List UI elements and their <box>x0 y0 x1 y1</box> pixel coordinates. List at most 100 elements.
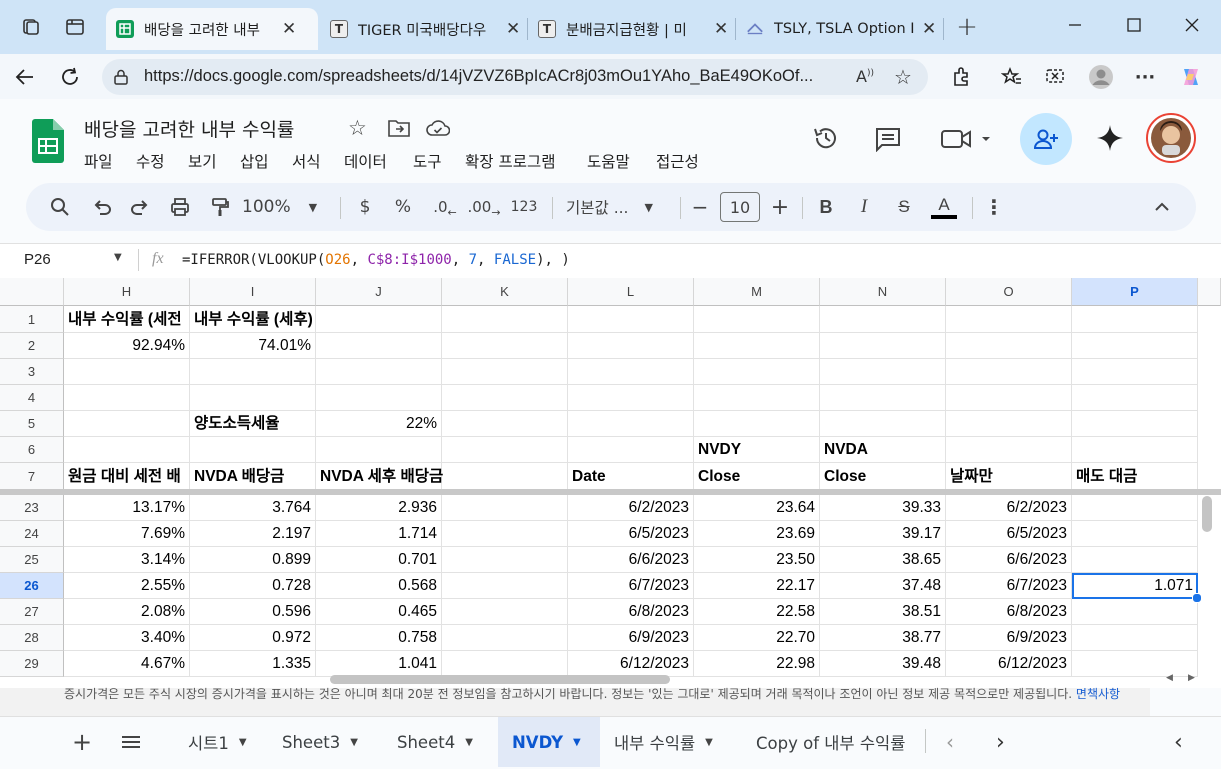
scroll-left-icon[interactable]: ◀ <box>1166 673 1173 683</box>
extensions-icon[interactable] <box>946 62 976 92</box>
cell-h25[interactable]: 3.14% <box>64 547 190 573</box>
row-header-6[interactable]: 6 <box>0 437 64 463</box>
sheet-tab-copy-irr[interactable]: Copy of 내부 수익률 <box>756 717 905 767</box>
cell-l26[interactable]: 6/7/2023 <box>568 573 694 599</box>
cell-j27[interactable]: 0.465 <box>316 599 442 625</box>
cell-m5[interactable] <box>694 411 820 437</box>
browser-tab-active[interactable]: 배당을 고려한 내부 ✕ <box>106 8 318 50</box>
cell-i28[interactable]: 0.972 <box>190 625 316 651</box>
cell-j24[interactable]: 1.714 <box>316 521 442 547</box>
cell-m3[interactable] <box>694 359 820 385</box>
sheet-tab-sheet4[interactable]: Sheet4 ▼ <box>397 717 473 767</box>
column-header-k[interactable]: K <box>442 278 568 306</box>
text-color-icon[interactable]: A <box>930 183 958 231</box>
frozen-rows-divider[interactable] <box>0 489 1221 495</box>
formula-input[interactable]: =IFERROR(VLOOKUP(O26, C$8:I$1000, 7, FAL… <box>182 252 570 268</box>
cell-j28[interactable]: 0.758 <box>316 625 442 651</box>
undo-icon[interactable] <box>88 183 116 231</box>
menu-edit[interactable]: 수정 <box>136 150 165 172</box>
cell-k28[interactable] <box>442 625 568 651</box>
favorite-star-icon[interactable]: ☆ <box>894 65 912 89</box>
cell-i29[interactable]: 1.335 <box>190 651 316 677</box>
tab-actions-icon[interactable] <box>60 12 90 42</box>
cell-p29[interactable] <box>1072 651 1198 677</box>
meet-video-icon[interactable] <box>940 128 994 150</box>
cell-o1[interactable] <box>946 306 1072 333</box>
row-header-1[interactable]: 1 <box>0 306 64 333</box>
cell-n2[interactable] <box>820 333 946 359</box>
cell-h3[interactable] <box>64 359 190 385</box>
close-tab-icon[interactable]: ✕ <box>922 19 936 39</box>
cell-o6[interactable] <box>946 437 1072 463</box>
cell-i23[interactable]: 3.764 <box>190 495 316 521</box>
cell-l7[interactable]: Date <box>568 463 694 490</box>
cell-h27[interactable]: 2.08% <box>64 599 190 625</box>
row-header-26[interactable]: 26 <box>0 573 64 599</box>
currency-format-button[interactable]: $ <box>352 183 378 231</box>
chevron-down-icon[interactable]: ▼ <box>114 252 122 263</box>
cell-k27[interactable] <box>442 599 568 625</box>
move-folder-icon[interactable] <box>388 119 410 137</box>
menu-data[interactable]: 데이터 <box>344 150 387 172</box>
avatar[interactable] <box>1146 113 1196 163</box>
print-icon[interactable] <box>166 183 194 231</box>
more-toolbar-icon[interactable]: ⋮ <box>984 183 1004 231</box>
cell-m25[interactable]: 23.50 <box>694 547 820 573</box>
address-bar[interactable]: https://docs.google.com/spreadsheets/d/1… <box>102 59 928 95</box>
column-header-m[interactable]: M <box>694 278 820 306</box>
zoom-select[interactable]: 100% ▼ <box>242 183 332 231</box>
cell-l4[interactable] <box>568 385 694 411</box>
profile-icon[interactable] <box>1086 62 1116 92</box>
row-header-24[interactable]: 24 <box>0 521 64 547</box>
cell-n28[interactable]: 38.77 <box>820 625 946 651</box>
cell-i24[interactable]: 2.197 <box>190 521 316 547</box>
workspaces-icon[interactable] <box>16 12 46 42</box>
share-button[interactable] <box>1020 113 1072 165</box>
scroll-tabs-left-icon[interactable]: ‹ <box>946 717 954 767</box>
row-header-27[interactable]: 27 <box>0 599 64 625</box>
star-icon[interactable]: ☆ <box>348 116 367 140</box>
scroll-tabs-right-icon[interactable]: › <box>996 717 1005 767</box>
cell-h24[interactable]: 7.69% <box>64 521 190 547</box>
row-header-23[interactable]: 23 <box>0 495 64 521</box>
cell-k25[interactable] <box>442 547 568 573</box>
decrease-font-size-button[interactable]: − <box>688 183 712 231</box>
select-all-corner[interactable] <box>0 278 64 306</box>
add-sheet-icon[interactable]: + <box>72 717 92 767</box>
back-icon[interactable] <box>10 62 40 92</box>
cell-h28[interactable]: 3.40% <box>64 625 190 651</box>
column-header-n[interactable]: N <box>820 278 946 306</box>
increase-decimal-button[interactable]: .00 → <box>466 183 502 231</box>
menu-tools[interactable]: 도구 <box>413 150 442 172</box>
maximize-icon[interactable] <box>1119 10 1149 40</box>
cell-m6[interactable]: NVDY <box>694 437 820 463</box>
version-history-icon[interactable] <box>812 124 840 152</box>
cell-i27[interactable]: 0.596 <box>190 599 316 625</box>
cell-j25[interactable]: 0.701 <box>316 547 442 573</box>
strikethrough-icon[interactable]: S <box>892 183 916 231</box>
cell-k4[interactable] <box>442 385 568 411</box>
bold-icon[interactable]: B <box>814 183 838 231</box>
cell-o27[interactable]: 6/8/2023 <box>946 599 1072 625</box>
menu-extensions[interactable]: 확장 프로그램 <box>465 150 556 172</box>
sheet-tab-sheet3[interactable]: Sheet3 ▼ <box>282 717 358 767</box>
cell-m26[interactable]: 22.17 <box>694 573 820 599</box>
cell-p3[interactable] <box>1072 359 1198 385</box>
gemini-sparkle-icon[interactable] <box>1096 124 1124 152</box>
cell-p25[interactable] <box>1072 547 1198 573</box>
cell-o28[interactable]: 6/9/2023 <box>946 625 1072 651</box>
menu-format[interactable]: 서식 <box>292 150 321 172</box>
cell-h6[interactable] <box>64 437 190 463</box>
cell-l3[interactable] <box>568 359 694 385</box>
cell-h7[interactable]: 원금 대비 세전 배 <box>64 463 190 490</box>
name-box[interactable]: P26 <box>24 251 51 268</box>
cell-l6[interactable] <box>568 437 694 463</box>
cell-m29[interactable]: 22.98 <box>694 651 820 677</box>
cell-n4[interactable] <box>820 385 946 411</box>
cell-j4[interactable] <box>316 385 442 411</box>
cell-p24[interactable] <box>1072 521 1198 547</box>
vertical-scrollbar-thumb[interactable] <box>1202 496 1212 532</box>
cell-m1[interactable] <box>694 306 820 333</box>
cell-k5[interactable] <box>442 411 568 437</box>
sheet-tab-nvdy-active[interactable]: NVDY ▼ <box>498 717 600 767</box>
